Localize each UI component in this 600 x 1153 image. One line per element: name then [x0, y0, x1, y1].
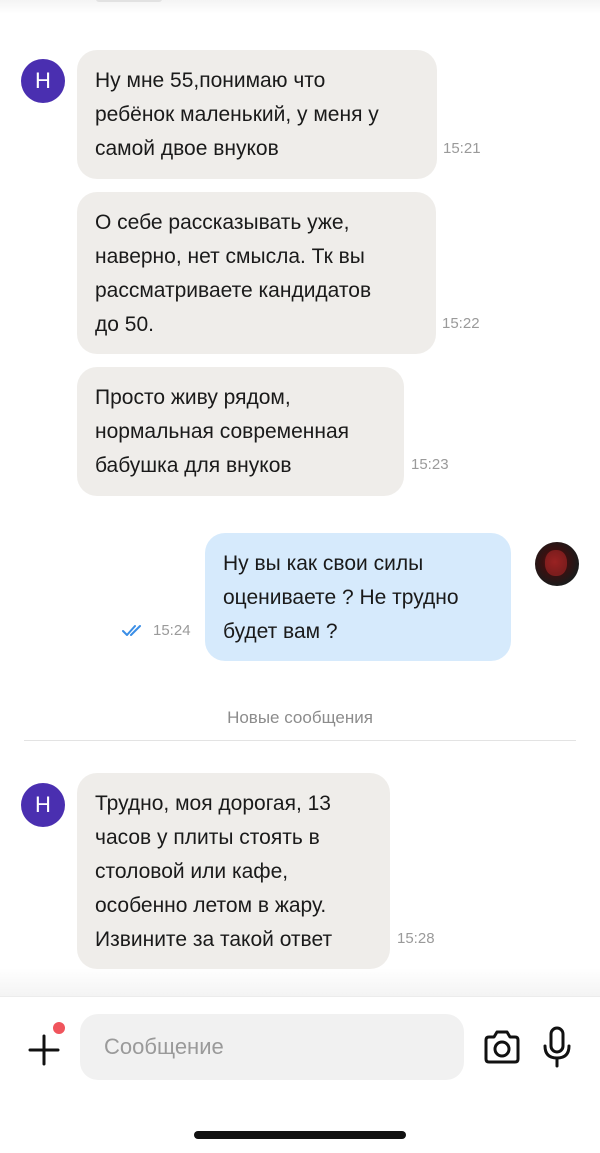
message-time: 15:22	[442, 315, 480, 332]
message-input[interactable]	[80, 1014, 464, 1080]
incoming-message[interactable]: Ну мне 55,понимаю что ребёнок маленький,…	[77, 50, 437, 179]
notification-dot	[53, 1022, 65, 1034]
outgoing-message[interactable]: Ну вы как свои силы оцениваете ? Не труд…	[205, 533, 511, 661]
incoming-message[interactable]: Просто живу рядом, нормальная современна…	[77, 367, 404, 496]
plus-icon[interactable]	[24, 1030, 64, 1070]
new-messages-divider: Новые сообщения	[227, 708, 373, 727]
avatar-initial: Н	[35, 68, 51, 93]
sender-avatar[interactable]: Н	[21, 783, 65, 827]
own-avatar[interactable]	[535, 542, 579, 586]
message-text: Ну вы как свои силы оцениваете ? Не труд…	[223, 552, 459, 643]
message-text: О себе рассказывать уже, наверно, нет см…	[95, 211, 372, 336]
avatar-initial: Н	[35, 792, 51, 817]
incoming-message[interactable]: Трудно, моя дорогая, 13 часов у плиты ст…	[77, 773, 390, 969]
message-text: Ну мне 55,понимаю что ребёнок маленький,…	[95, 69, 379, 160]
message-time: 15:21	[443, 140, 481, 157]
message-text: Просто живу рядом, нормальная современна…	[95, 386, 350, 477]
top-fade	[0, 0, 600, 14]
camera-icon[interactable]	[482, 1028, 522, 1066]
bottom-fade	[0, 968, 600, 998]
double-check-icon	[122, 625, 141, 636]
scrolled-content-stub	[96, 0, 162, 2]
home-indicator	[194, 1131, 406, 1139]
message-time: 15:24	[153, 622, 191, 639]
incoming-message[interactable]: О себе рассказывать уже, наверно, нет см…	[77, 192, 436, 354]
message-time: 15:28	[397, 930, 435, 947]
microphone-icon[interactable]	[542, 1026, 572, 1068]
message-text: Трудно, моя дорогая, 13 часов у плиты ст…	[95, 792, 333, 951]
divider-line	[24, 740, 576, 741]
message-time: 15:23	[411, 456, 449, 473]
sender-avatar[interactable]: Н	[21, 59, 65, 103]
